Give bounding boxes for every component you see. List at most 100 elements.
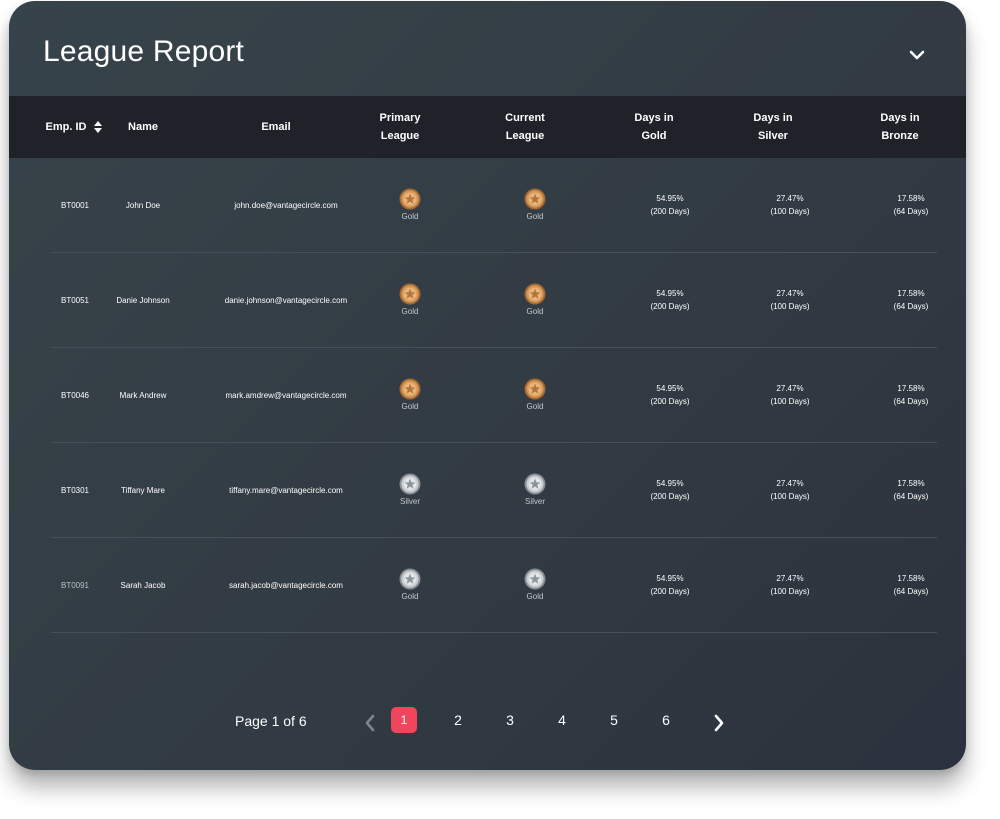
column-label: Days in Bronze <box>880 112 920 142</box>
silver-medal-icon <box>399 568 421 589</box>
bronze-percentage: 17.58% <box>897 289 925 298</box>
chevron-left-icon <box>365 714 375 732</box>
days-bronze-cell: 17.58% (64 Days) <box>871 158 951 252</box>
column-label: Current League <box>505 112 545 142</box>
bronze-percentage: 17.58% <box>897 384 925 393</box>
employee-email[interactable]: sarah.jacob@vantagecircle.com <box>229 579 343 592</box>
gold-percentage: 54.95% <box>656 479 684 488</box>
emp-id: BT0001 <box>60 200 90 210</box>
silver-percentage: 27.47% <box>776 289 804 298</box>
name-cell: Danie Johnson <box>103 253 183 347</box>
email-cell[interactable]: danie.johnson@vantagecircle.com <box>201 253 371 347</box>
table-row[interactable]: BT0301 Tiffany Mare tiffany.mare@vantageci… <box>51 443 937 538</box>
name-cell: John Doe <box>103 158 183 252</box>
page-button-1[interactable]: 1 <box>391 707 417 733</box>
table-row[interactable]: BT0051 Danie Johnson danie.johnson@vantage… <box>51 253 937 348</box>
primary-league-label: Gold <box>401 591 419 601</box>
column-header-days-silver[interactable]: Days in Silver <box>738 96 808 158</box>
emp-id: BT0091 <box>60 580 90 590</box>
page-button-6[interactable]: 6 <box>653 707 679 733</box>
gold-medal-icon <box>524 188 546 209</box>
employee-email[interactable]: tiffany.mare@vantagecircle.com <box>229 484 343 497</box>
silver-medal-icon <box>524 568 546 589</box>
chevron-down-icon <box>909 50 925 60</box>
prev-page-button[interactable] <box>363 712 377 734</box>
table-header: Emp. ID Name Email Primary League Curren… <box>9 96 966 158</box>
current-league-label: Gold <box>526 306 544 316</box>
column-header-emp-id[interactable]: Emp. ID <box>39 96 109 158</box>
bronze-percentage: 17.58% <box>897 194 925 203</box>
column-label: Days in Gold <box>634 112 674 142</box>
gold-medal-icon <box>399 283 421 304</box>
days-silver-cell: 27.47% (100 Days) <box>750 253 830 347</box>
table-row[interactable]: BT0091 Sarah Jacob sarah.jacob@vantagecirc… <box>51 538 937 633</box>
emp-id-cell: BT0301 <box>51 443 99 537</box>
next-page-button[interactable] <box>712 712 726 734</box>
emp-id-cell: BT0001 <box>51 158 99 252</box>
gold-medal-icon <box>399 378 421 399</box>
employee-email[interactable]: john.doe@vantagecircle.com <box>234 199 337 212</box>
primary-league-label: Silver <box>399 496 420 506</box>
column-header-primary-league[interactable]: Primary League <box>365 96 435 158</box>
primary-league-cell: Gold <box>375 348 445 442</box>
gold-days: (200 Days) <box>650 492 690 501</box>
current-league-cell: Silver <box>500 443 570 537</box>
column-header-days-bronze[interactable]: Days in Bronze <box>865 96 935 158</box>
silver-days: (100 Days) <box>770 492 810 501</box>
days-silver-cell: 27.47% (100 Days) <box>750 158 830 252</box>
email-cell[interactable]: mark.amdrew@vantagecircle.com <box>201 348 371 442</box>
current-league-label: Gold <box>526 211 544 221</box>
sort-icon[interactable] <box>94 121 103 133</box>
bronze-days: (64 Days) <box>893 397 929 406</box>
days-gold-cell: 54.95% (200 Days) <box>630 538 710 632</box>
current-league-cell: Gold <box>500 158 570 252</box>
column-label: Emp. ID <box>45 121 87 133</box>
employee-email[interactable]: danie.johnson@vantagecircle.com <box>225 294 347 307</box>
emp-id: BT0301 <box>60 485 90 495</box>
gold-medal-icon <box>524 378 546 399</box>
current-league-label: Gold <box>526 401 544 411</box>
gold-percentage: 54.95% <box>656 194 684 203</box>
column-header-name[interactable]: Name <box>113 96 173 158</box>
gold-medal-icon <box>524 283 546 304</box>
silver-percentage: 27.47% <box>776 479 804 488</box>
employee-name: Mark Andrew <box>119 390 167 400</box>
days-bronze-cell: 17.58% (64 Days) <box>871 253 951 347</box>
bronze-percentage: 17.58% <box>897 574 925 583</box>
silver-medal-icon <box>524 473 546 494</box>
days-gold-cell: 54.95% (200 Days) <box>630 253 710 347</box>
column-header-current-league[interactable]: Current League <box>490 96 560 158</box>
column-header-email[interactable]: Email <box>226 96 326 158</box>
column-label: Days in Silver <box>753 112 793 142</box>
gold-days: (200 Days) <box>650 587 690 596</box>
employee-name: John Doe <box>125 200 161 210</box>
gold-days: (200 Days) <box>650 302 690 311</box>
name-cell: Sarah Jacob <box>103 538 183 632</box>
page-title: League Report <box>43 35 245 68</box>
days-bronze-cell: 17.58% (64 Days) <box>871 348 951 442</box>
table-row[interactable]: BT0001 John Doe john.doe@vantagecircle.com… <box>51 158 937 253</box>
silver-days: (100 Days) <box>770 587 810 596</box>
primary-league-label: Gold <box>401 401 419 411</box>
primary-league-label: Gold <box>401 211 419 221</box>
collapse-button[interactable] <box>906 45 928 65</box>
email-cell[interactable]: tiffany.mare@vantagecircle.com <box>201 443 371 537</box>
page-button-4[interactable]: 4 <box>549 707 575 733</box>
employee-email[interactable]: mark.amdrew@vantagecircle.com <box>225 389 346 402</box>
page-button-5[interactable]: 5 <box>601 707 627 733</box>
gold-medal-icon <box>399 188 421 209</box>
bronze-days: (64 Days) <box>893 492 929 501</box>
employee-name: Danie Johnson <box>116 295 170 305</box>
email-cell[interactable]: john.doe@vantagecircle.com <box>201 158 371 252</box>
page-button-3[interactable]: 3 <box>497 707 523 733</box>
silver-percentage: 27.47% <box>776 574 804 583</box>
column-header-days-gold[interactable]: Days in Gold <box>619 96 689 158</box>
email-cell[interactable]: sarah.jacob@vantagecircle.com <box>201 538 371 632</box>
days-gold-cell: 54.95% (200 Days) <box>630 443 710 537</box>
current-league-cell: Gold <box>500 348 570 442</box>
primary-league-cell: Gold <box>375 253 445 347</box>
table-row[interactable]: BT0046 Mark Andrew mark.amdrew@vantagecirc… <box>51 348 937 443</box>
gold-percentage: 54.95% <box>656 574 684 583</box>
page-button-2[interactable]: 2 <box>445 707 471 733</box>
days-gold-cell: 54.95% (200 Days) <box>630 348 710 442</box>
